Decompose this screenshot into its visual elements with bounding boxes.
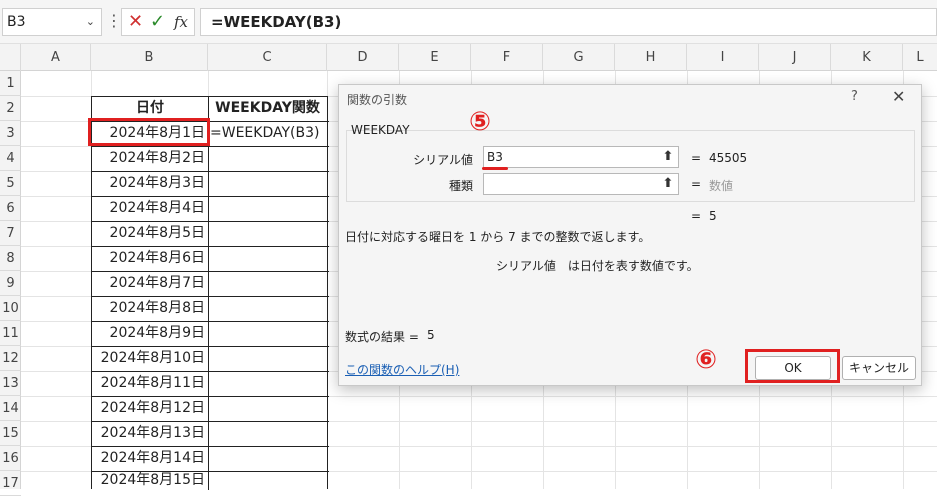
arg2-result: 数値 bbox=[709, 179, 734, 193]
help-link[interactable]: この関数のヘルプ(H) bbox=[345, 361, 459, 378]
name-box-value: B3 bbox=[7, 14, 26, 30]
serial-value-underline bbox=[482, 167, 508, 170]
column-header-k[interactable]: K bbox=[831, 44, 903, 71]
column-header-d[interactable]: D bbox=[327, 44, 399, 71]
close-icon[interactable]: ✕ bbox=[892, 87, 905, 106]
enter-icon[interactable]: ✓ bbox=[150, 9, 165, 35]
date-cell[interactable]: 2024年8月2日 bbox=[92, 146, 208, 171]
chevron-down-icon[interactable]: ⌄ bbox=[86, 9, 95, 35]
column-header-c[interactable]: C bbox=[208, 44, 327, 71]
column-header-h[interactable]: H bbox=[615, 44, 687, 71]
row-header[interactable]: 9 bbox=[0, 271, 21, 296]
overall-result: 5 bbox=[709, 209, 717, 223]
date-cell[interactable]: 2024年8月10日 bbox=[92, 346, 208, 371]
column-header-a[interactable]: A bbox=[21, 44, 91, 71]
date-cell[interactable]: 2024年8月15日 bbox=[92, 471, 208, 489]
serial-value-input[interactable]: B3 bbox=[483, 146, 679, 168]
collapse-dialog-icon[interactable]: ⬆ bbox=[657, 147, 679, 167]
row-header[interactable]: 7 bbox=[0, 221, 21, 246]
select-all-corner[interactable] bbox=[0, 44, 21, 71]
arg1-label: シリアル値 bbox=[413, 153, 473, 167]
column-header-g[interactable]: G bbox=[543, 44, 615, 71]
arg2-label: 種類 bbox=[448, 179, 473, 193]
date-cell[interactable]: 2024年8月8日 bbox=[92, 296, 208, 321]
b3-highlight-box bbox=[88, 118, 210, 146]
date-cell[interactable]: 2024年8月6日 bbox=[92, 246, 208, 271]
date-cell[interactable]: 2024年8月9日 bbox=[92, 321, 208, 346]
insert-function-icon[interactable]: fx bbox=[174, 9, 188, 35]
row-header[interactable]: 11 bbox=[0, 321, 21, 346]
header-weekday-function[interactable]: WEEKDAY関数 bbox=[208, 96, 327, 121]
column-header-b[interactable]: B bbox=[91, 44, 208, 71]
date-cell[interactable]: 2024年8月7日 bbox=[92, 271, 208, 296]
collapse-dialog-icon[interactable]: ⬆ bbox=[657, 174, 679, 194]
column-header-f[interactable]: F bbox=[471, 44, 543, 71]
column-header-i[interactable]: I bbox=[687, 44, 759, 71]
column-header-e[interactable]: E bbox=[399, 44, 471, 71]
formula-result-label: 数式の結果 = bbox=[345, 330, 419, 344]
formula-buttons: ✕ ✓ fx bbox=[121, 8, 195, 36]
arg1-equals: = bbox=[691, 151, 702, 165]
arg1-result: 45505 bbox=[709, 151, 748, 165]
ok-button[interactable]: OK bbox=[755, 356, 831, 380]
row-header[interactable]: 2 bbox=[0, 96, 21, 121]
formula-result-value: 5 bbox=[427, 328, 435, 342]
row-header[interactable]: 16 bbox=[0, 446, 21, 471]
column-headers: A B C D E F G H I J K L bbox=[0, 44, 937, 71]
arg2-equals: = bbox=[691, 177, 702, 191]
argument-description: シリアル値 は日付を表す数値です。 bbox=[496, 259, 699, 273]
date-cell[interactable]: 2024年8月13日 bbox=[92, 421, 208, 446]
name-box[interactable]: B3 ⌄ bbox=[2, 8, 102, 36]
dialog-title: 関数の引数 bbox=[347, 93, 408, 107]
date-cell[interactable]: 2024年8月12日 bbox=[92, 396, 208, 421]
cell-c3-formula[interactable]: =WEEKDAY(B3) bbox=[210, 121, 327, 146]
row-header[interactable]: 6 bbox=[0, 196, 21, 221]
formula-input[interactable]: =WEEKDAY(B3) bbox=[200, 8, 937, 36]
date-cell[interactable]: 2024年8月3日 bbox=[92, 171, 208, 196]
overall-equals: = bbox=[691, 209, 702, 223]
row-header[interactable]: 14 bbox=[0, 396, 21, 421]
row-header[interactable]: 3 bbox=[0, 121, 21, 146]
row-header[interactable]: 5 bbox=[0, 171, 21, 196]
row-header[interactable]: 12 bbox=[0, 346, 21, 371]
more-options-icon[interactable]: ⋮ bbox=[106, 8, 122, 34]
cancel-button[interactable]: キャンセル bbox=[842, 356, 916, 380]
row-header[interactable]: 4 bbox=[0, 146, 21, 171]
cancel-icon[interactable]: ✕ bbox=[128, 9, 143, 35]
row-header[interactable]: 1 bbox=[0, 71, 21, 96]
step-5-annotation: ⑤ bbox=[469, 107, 492, 137]
date-cell[interactable]: 2024年8月14日 bbox=[92, 446, 208, 471]
column-header-j[interactable]: J bbox=[759, 44, 831, 71]
type-input[interactable] bbox=[483, 173, 679, 195]
row-header[interactable]: 17 bbox=[0, 471, 21, 496]
row-header[interactable]: 8 bbox=[0, 246, 21, 271]
step-6-annotation: ⑥ bbox=[695, 345, 718, 375]
row-header[interactable]: 15 bbox=[0, 421, 21, 446]
column-header-l[interactable]: L bbox=[903, 44, 937, 71]
function-description: 日付に対応する曜日を 1 から 7 までの整数で返します。 bbox=[345, 230, 651, 244]
row-headers: 1 2 3 4 5 6 7 8 9 10 11 12 13 14 15 16 1… bbox=[0, 71, 21, 496]
date-cell[interactable]: 2024年8月11日 bbox=[92, 371, 208, 396]
function-arguments-dialog: 関数の引数 ? ✕ WEEKDAY ⑤ シリアル値 B3 ⬆ = 45505 種… bbox=[338, 84, 922, 386]
row-header[interactable]: 13 bbox=[0, 371, 21, 396]
date-cell[interactable]: 2024年8月4日 bbox=[92, 196, 208, 221]
help-icon[interactable]: ? bbox=[851, 89, 858, 104]
date-cell[interactable]: 2024年8月5日 bbox=[92, 221, 208, 246]
row-header[interactable]: 10 bbox=[0, 296, 21, 321]
function-name: WEEKDAY bbox=[351, 123, 410, 137]
